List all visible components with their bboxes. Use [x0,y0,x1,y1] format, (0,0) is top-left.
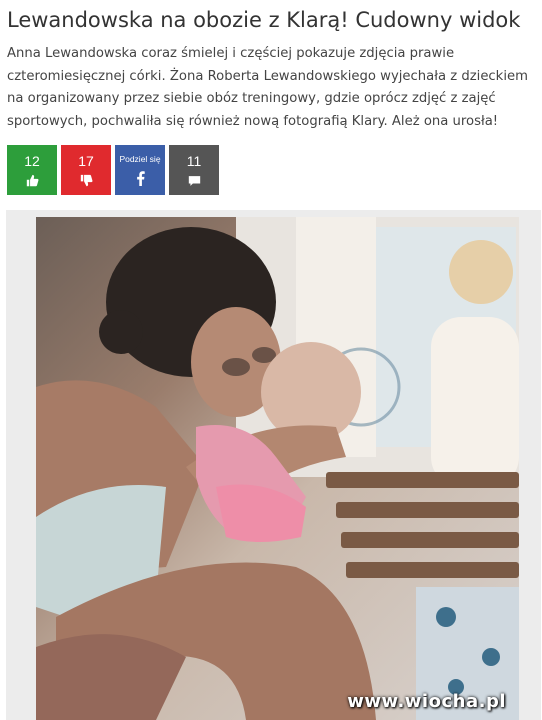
thumbs-down-icon [80,174,93,188]
like-count: 12 [24,152,40,169]
comment-icon [188,174,201,188]
wiocha-watermark: www.wiocha.pl [347,691,506,712]
share-label: Podziel się [119,154,161,164]
dislike-button[interactable]: 17 [61,145,111,195]
article-photo[interactable]: www.wiocha.pl [36,217,519,720]
article-title: Lewandowska na obozie z Klarą! Cudowny w… [7,8,521,32]
thumbs-up-icon [26,174,39,188]
dislike-count: 17 [78,152,94,169]
like-button[interactable]: 12 [7,145,57,195]
article-photo-frame: www.wiocha.pl [6,210,541,720]
facebook-icon [136,170,145,186]
comment-count: 11 [186,152,202,169]
article-lead: Anna Lewandowska coraz śmielej i częście… [7,46,528,129]
comments-button[interactable]: 11 [169,145,219,195]
facebook-share-button[interactable]: Podziel się [115,145,165,195]
photo-illustration [36,217,519,720]
vote-share-bar: 12 17 Podziel się 11 [7,145,219,195]
